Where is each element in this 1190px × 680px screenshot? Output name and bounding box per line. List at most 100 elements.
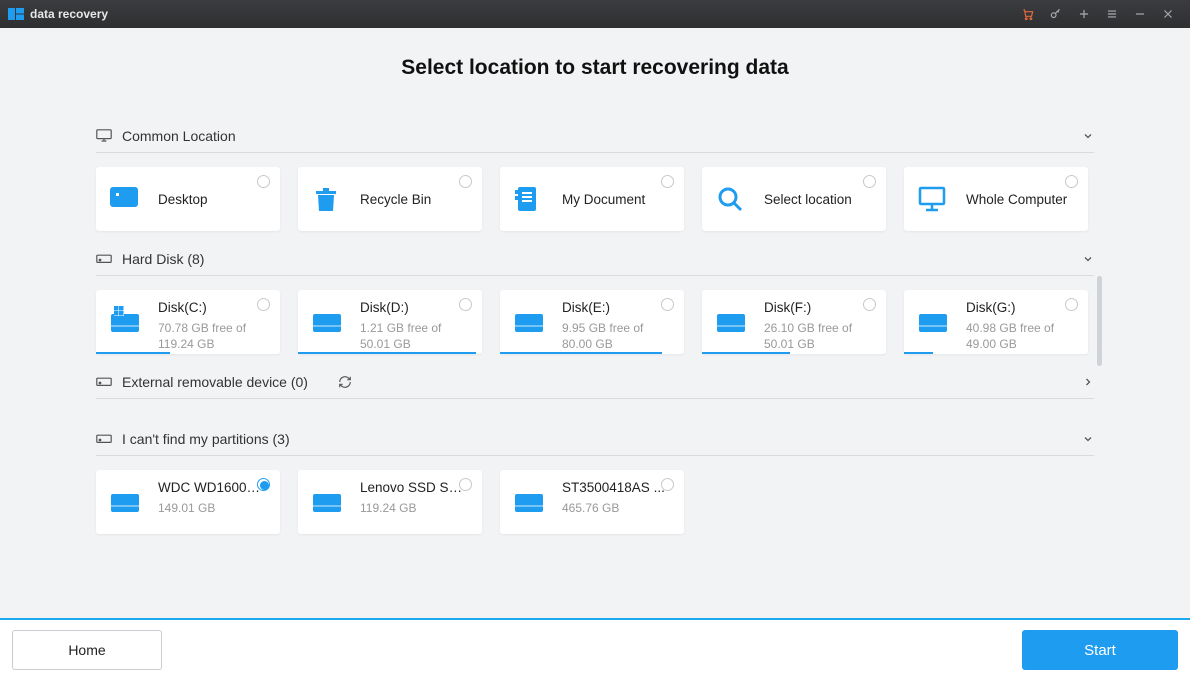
app-logo-icon <box>8 8 24 20</box>
hard-disk-icon <box>96 252 112 266</box>
radio-button[interactable] <box>863 298 876 311</box>
card-disk-c[interactable]: Disk(C:) 70.78 GB free of 119.24 GB <box>96 290 280 354</box>
disk-size: 40.98 GB free of 49.00 GB <box>966 321 1070 352</box>
key-icon[interactable] <box>1042 0 1070 28</box>
search-icon <box>714 183 746 215</box>
start-button[interactable]: Start <box>1022 630 1178 670</box>
card-lost-1[interactable]: Lenovo SSD SL... 119.24 GB <box>298 470 482 534</box>
chevron-down-icon <box>1082 253 1094 265</box>
section-hard-disk[interactable]: Hard Disk (8) <box>96 243 1094 276</box>
chevron-down-icon <box>1082 130 1094 142</box>
titlebar: data recovery <box>0 0 1190 28</box>
card-label: My Document <box>562 192 645 207</box>
card-label: Whole Computer <box>966 192 1067 207</box>
radio-button[interactable] <box>1065 298 1078 311</box>
usage-bar <box>702 352 790 354</box>
card-select-location[interactable]: Select location <box>702 167 886 231</box>
drive-icon <box>512 304 546 338</box>
card-disk-e[interactable]: Disk(E:) 9.95 GB free of 80.00 GB <box>500 290 684 354</box>
computer-icon <box>916 183 948 215</box>
scrollbar[interactable] <box>1097 276 1102 366</box>
app-logo: data recovery <box>8 7 108 21</box>
disk-size: 9.95 GB free of 80.00 GB <box>562 321 666 352</box>
disk-name: WDC WD1600A... <box>158 480 262 495</box>
lost-partition-cards: WDC WD1600A... 149.01 GB Lenovo SSD SL..… <box>96 456 1094 546</box>
close-icon[interactable] <box>1154 0 1182 28</box>
drive-icon <box>512 484 546 518</box>
disk-name: Disk(G:) <box>966 300 1070 315</box>
monitor-icon <box>96 129 112 143</box>
chevron-right-icon <box>1082 376 1094 388</box>
disk-name: Lenovo SSD SL... <box>360 480 464 495</box>
card-disk-d[interactable]: Disk(D:) 1.21 GB free of 50.01 GB <box>298 290 482 354</box>
drive-icon <box>310 484 344 518</box>
radio-button[interactable] <box>257 175 270 188</box>
disk-name: Disk(C:) <box>158 300 262 315</box>
partition-icon <box>96 432 112 446</box>
hard-disk-cards: Disk(C:) 70.78 GB free of 119.24 GB Disk… <box>96 276 1094 366</box>
app-title: data recovery <box>30 7 108 21</box>
card-disk-g[interactable]: Disk(G:) 40.98 GB free of 49.00 GB <box>904 290 1088 354</box>
card-disk-f[interactable]: Disk(F:) 26.10 GB free of 50.01 GB <box>702 290 886 354</box>
chevron-down-icon <box>1082 433 1094 445</box>
disk-size: 465.76 GB <box>562 501 665 517</box>
disk-name: Disk(E:) <box>562 300 666 315</box>
section-lost-partitions[interactable]: I can't find my partitions (3) <box>96 423 1094 456</box>
disk-size: 1.21 GB free of 50.01 GB <box>360 321 464 352</box>
usage-bar <box>96 352 170 354</box>
desktop-icon <box>108 183 140 215</box>
external-drive-icon <box>96 375 112 389</box>
recycle-bin-icon <box>310 183 342 215</box>
disk-size: 149.01 GB <box>158 501 262 517</box>
usage-bar <box>904 352 933 354</box>
card-recycle-bin[interactable]: Recycle Bin <box>298 167 482 231</box>
section-label: I can't find my partitions (3) <box>122 431 290 447</box>
radio-button[interactable] <box>661 298 674 311</box>
section-common-location[interactable]: Common Location <box>96 120 1094 153</box>
disk-name: Disk(F:) <box>764 300 868 315</box>
disk-size: 70.78 GB free of 119.24 GB <box>158 321 262 352</box>
disk-name: ST3500418AS ... <box>562 480 665 495</box>
card-desktop[interactable]: Desktop <box>96 167 280 231</box>
drive-icon <box>310 304 344 338</box>
card-lost-2[interactable]: ST3500418AS ... 465.76 GB <box>500 470 684 534</box>
card-my-document[interactable]: My Document <box>500 167 684 231</box>
drive-icon <box>108 484 142 518</box>
page-title: Select location to start recovering data <box>96 56 1094 80</box>
radio-button[interactable] <box>1065 175 1078 188</box>
menu-icon[interactable] <box>1098 0 1126 28</box>
card-lost-0[interactable]: WDC WD1600A... 149.01 GB <box>96 470 280 534</box>
minimize-icon[interactable] <box>1126 0 1154 28</box>
disk-size: 119.24 GB <box>360 501 464 517</box>
card-label: Select location <box>764 192 852 207</box>
radio-button[interactable] <box>257 478 270 491</box>
disk-size: 26.10 GB free of 50.01 GB <box>764 321 868 352</box>
section-label: Common Location <box>122 128 236 144</box>
card-whole-computer[interactable]: Whole Computer <box>904 167 1088 231</box>
common-location-cards: Desktop Recycle Bin My Document Select l… <box>96 153 1094 243</box>
drive-icon <box>916 304 950 338</box>
section-external-device[interactable]: External removable device (0) <box>96 366 1094 399</box>
radio-button[interactable] <box>863 175 876 188</box>
usage-bar <box>500 352 662 354</box>
card-label: Recycle Bin <box>360 192 431 207</box>
radio-button[interactable] <box>661 478 674 491</box>
document-icon <box>512 183 544 215</box>
home-button[interactable]: Home <box>12 630 162 670</box>
radio-button[interactable] <box>459 298 472 311</box>
main-content: Select location to start recovering data… <box>0 28 1190 546</box>
usage-bar <box>298 352 476 354</box>
radio-button[interactable] <box>459 478 472 491</box>
radio-button[interactable] <box>257 298 270 311</box>
drive-icon <box>714 304 748 338</box>
card-label: Desktop <box>158 192 208 207</box>
disk-name: Disk(D:) <box>360 300 464 315</box>
cart-icon[interactable] <box>1014 0 1042 28</box>
section-label: Hard Disk (8) <box>122 251 204 267</box>
radio-button[interactable] <box>661 175 674 188</box>
bottom-bar: Home Start <box>0 618 1190 680</box>
drive-icon <box>108 304 142 338</box>
plus-icon[interactable] <box>1070 0 1098 28</box>
radio-button[interactable] <box>459 175 472 188</box>
refresh-icon[interactable] <box>338 375 352 389</box>
